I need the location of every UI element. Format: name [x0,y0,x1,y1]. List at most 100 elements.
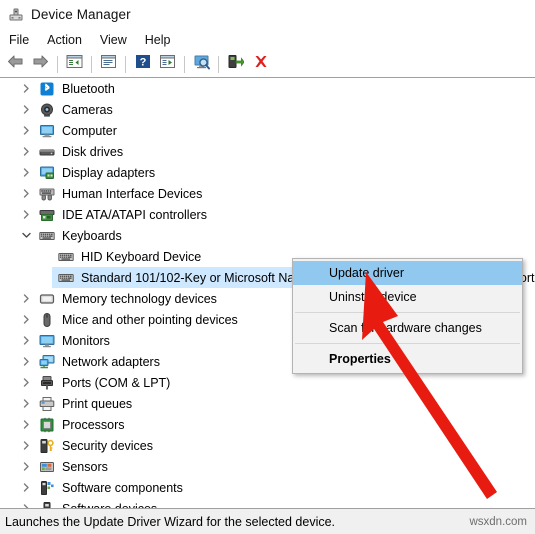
chevron-right-icon[interactable] [21,461,32,472]
chevron-right-icon[interactable] [21,146,32,157]
toolbar-scan-hardware-button[interactable] [189,53,214,76]
tree-row[interactable]: Software components [0,477,535,498]
chevron-right-icon[interactable] [21,83,32,94]
disk-drive-icon [39,144,55,160]
tree-row-label: Cameras [62,102,113,117]
chevron-right-icon[interactable] [21,440,32,451]
memory-technology-icon [39,291,55,307]
show-hide-console-tree-icon [66,54,83,74]
chevron-right-icon[interactable] [21,104,32,115]
tree-row[interactable]: Bluetooth [0,78,535,99]
tree-row-label: Ports (COM & LPT) [62,375,171,390]
menu-bar: File Action View Help [0,28,535,51]
toolbar-enable-device-button[interactable] [223,53,248,76]
tree-row[interactable]: Cameras [0,99,535,120]
toolbar-help-button[interactable]: ? [130,53,155,76]
toolbar-uninstall-device-button[interactable] [248,53,273,76]
tree-row-label: Disk drives [62,144,124,159]
chevron-down-icon[interactable] [21,230,32,241]
chevron-right-icon[interactable] [21,419,32,430]
toolbar-update-driver-button[interactable] [155,53,180,76]
tree-row[interactable]: Display adapters [0,162,535,183]
hid-icon [39,186,55,202]
tree-row-label: Computer [62,123,117,138]
toolbar-separator [218,55,219,73]
tree-row[interactable]: Print queues [0,393,535,414]
security-device-icon [39,438,55,454]
menu-help[interactable]: Help [136,31,180,49]
tree-row-keyboards[interactable]: Keyboards [0,225,535,246]
tree-row[interactable]: Software devices [0,498,535,508]
toolbar-separator [91,55,92,73]
toolbar-separator [184,55,185,73]
toolbar-console-tree-button[interactable] [62,53,87,76]
help-icon: ? [135,54,151,74]
tree-row-label: Memory technology devices [62,291,217,306]
ide-controller-icon [39,207,55,223]
ctx-properties[interactable]: Properties [293,347,522,371]
chevron-right-icon[interactable] [21,356,32,367]
tree-row-label: HID Keyboard Device [81,249,202,264]
processor-icon [39,417,55,433]
chevron-right-icon[interactable] [21,335,32,346]
status-bar: Launches the Update Driver Wizard for th… [0,508,535,534]
tree-row-label: Network adapters [62,354,160,369]
chevron-right-icon[interactable] [21,377,32,388]
chevron-right-icon[interactable] [21,209,32,220]
software-component-icon [39,480,55,496]
ctx-update-driver[interactable]: Update driver [293,261,522,285]
title-bar: Device Manager [0,0,535,28]
context-menu[interactable]: Update driver Uninstall device Scan for … [292,258,523,374]
tree-row[interactable]: Security devices [0,435,535,456]
toolbar-forward-button[interactable] [28,53,53,76]
tree-row-label: Processors [62,417,125,432]
chevron-right-icon[interactable] [21,167,32,178]
svg-text:?: ? [139,57,146,69]
tree-row-label: Software components [62,480,183,495]
menu-file[interactable]: File [0,31,38,49]
tree-row-label: Print queues [62,396,133,411]
chevron-right-icon[interactable] [21,314,32,325]
watermark: wsxdn.com [469,515,527,528]
tree-row-label: Bluetooth [62,81,115,96]
tree-row[interactable]: IDE ATA/ATAPI controllers [0,204,535,225]
menu-view[interactable]: View [91,31,136,49]
tree-row-label: Display adapters [62,165,156,180]
bluetooth-icon [39,81,55,97]
uninstall-device-icon [253,54,269,74]
tree-row-label: Monitors [62,333,110,348]
toolbar-separator [125,55,126,73]
chevron-right-icon[interactable] [21,482,32,493]
camera-icon [39,102,55,118]
tree-row-label: Keyboards [62,228,122,243]
toolbar-properties-button[interactable] [96,53,121,76]
network-adapter-icon [39,354,55,370]
software-device-icon [39,501,55,508]
tree-row[interactable]: Processors [0,414,535,435]
properties-icon [100,54,117,74]
display-adapter-icon [39,165,55,181]
forward-arrow-icon [32,54,49,74]
toolbar-back-button[interactable] [3,53,28,76]
chevron-right-icon[interactable] [21,398,32,409]
context-menu-separator [295,343,520,344]
tree-row[interactable]: Sensors [0,456,535,477]
chevron-right-icon[interactable] [21,293,32,304]
tree-row[interactable]: Computer [0,120,535,141]
computer-icon [39,123,55,139]
printer-icon [39,396,55,412]
tree-row-label: Mice and other pointing devices [62,312,238,327]
update-driver-icon [159,54,176,74]
chevron-right-icon[interactable] [21,125,32,136]
ctx-scan-hardware-changes[interactable]: Scan for hardware changes [293,316,522,340]
keyboard-icon [58,249,74,265]
device-manager-window: Device Manager File Action View Help ? B… [0,0,535,534]
tree-row[interactable]: Human Interface Devices [0,183,535,204]
ctx-uninstall-device[interactable]: Uninstall device [293,285,522,309]
tree-row-label: IDE ATA/ATAPI controllers [62,207,207,222]
chevron-right-icon[interactable] [21,188,32,199]
tree-row[interactable]: Ports (COM & LPT) [0,372,535,393]
tree-row[interactable]: Disk drives [0,141,535,162]
mouse-icon [39,312,55,328]
menu-action[interactable]: Action [38,31,91,49]
